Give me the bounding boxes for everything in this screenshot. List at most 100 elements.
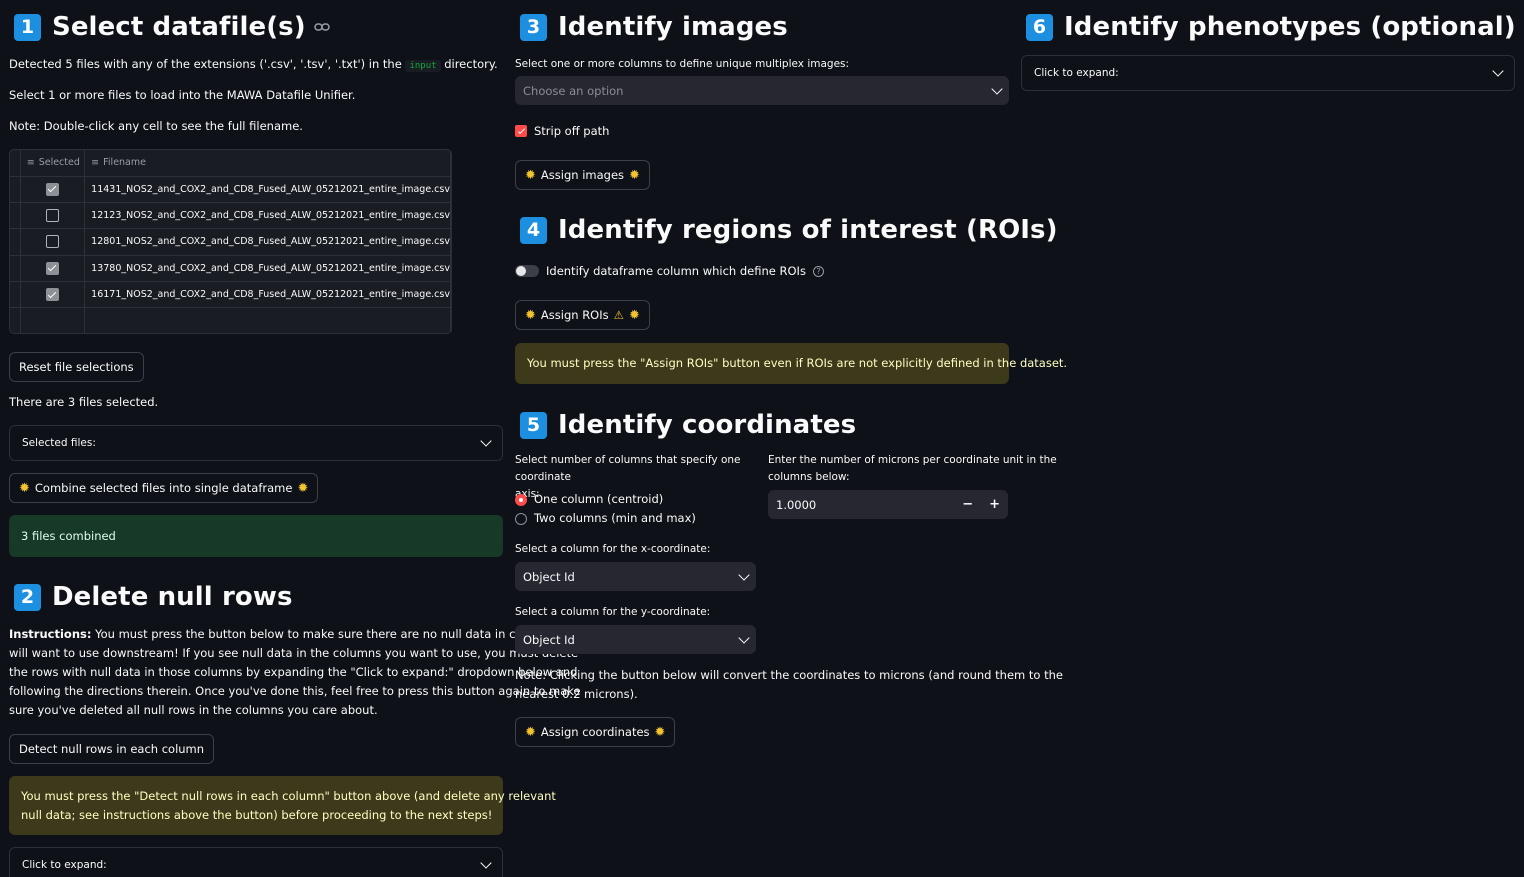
images-select-label: Select one or more columns to define uni… [515,58,850,70]
microns-number-input[interactable]: 1.0000 − + [768,490,1008,519]
decrement-button[interactable]: − [962,497,973,512]
row-checkbox[interactable] [45,261,59,275]
strip-path-checkbox-row[interactable]: Strip off path [515,124,609,138]
row-index [10,228,21,256]
instructions-bold: Instructions: [9,627,92,641]
table-row[interactable]: 16171_NOS2_and_COX2_and_CD8_Fused_ALW_05… [10,281,451,309]
filename-cell[interactable]: 12801_NOS2_and_COX2_and_CD8_Fused_ALW_05… [84,228,451,256]
section6-title: Identify phenotypes (optional) [1064,12,1516,42]
assign-rois-label: Assign ROIs [540,308,609,322]
combine-files-button[interactable]: ✹ Combine selected files into single dat… [9,473,319,503]
assign-rois-button[interactable]: ✹ Assign ROIs ⚠ ✹ [515,300,650,330]
sun-icon: ✹ [297,480,309,496]
coordinates-note: Note: Clicking the button below will con… [515,668,1063,701]
x-coord-value: Object Id [523,569,575,584]
selected-cell[interactable] [20,228,86,256]
section1-badge: 1 [14,13,41,41]
table-header-row: ≡ Selected ≡ Filename [10,150,451,177]
images-multiselect[interactable]: Choose an option [515,76,1009,105]
assign-coordinates-label: Assign coordinates [540,725,650,739]
section6-header: 6 Identify phenotypes (optional) [1026,12,1516,42]
row-index-header [10,150,21,177]
sun-icon: ✹ [525,167,536,183]
filename-cell[interactable]: 13780_NOS2_and_COX2_and_CD8_Fused_ALW_05… [84,255,451,283]
y-coord-select[interactable]: Object Id [515,625,756,654]
col-header-filename[interactable]: ≡ Filename [84,150,451,177]
selected-cell[interactable] [20,281,86,309]
selected-cell[interactable] [20,255,86,283]
roi-warning: You must press the "Assign ROIs" button … [515,343,1067,384]
null-rows-warning: You must press the "Detect null rows in … [9,776,556,835]
multiselect-placeholder: Choose an option [523,83,624,98]
sun-icon: ✹ [525,307,536,323]
row-index [10,255,21,283]
expander-label: Selected files: [22,437,96,449]
filename-cell[interactable]: 12123_NOS2_and_COX2_and_CD8_Fused_ALW_05… [84,202,451,230]
section4-header: 4 Identify regions of interest (ROIs) [520,215,1058,245]
increment-button[interactable]: + [989,497,1000,512]
help-icon[interactable]: ? [812,265,824,277]
assign-coordinates-button[interactable]: ✹ Assign coordinates ✹ [515,717,676,747]
input-dir-code: input [405,60,441,72]
assign-images-button[interactable]: ✹ Assign images ✹ [515,160,650,190]
files-selected-count: There are 3 files selected. [9,395,159,409]
section2-header: 2 Delete null rows [14,582,293,612]
strip-path-label: Strip off path [534,124,610,138]
chevron-down-icon [738,568,750,581]
assign-images-label: Assign images [540,168,625,182]
sun-icon: ✹ [628,307,640,323]
section4-title: Identify regions of interest (ROIs) [558,215,1058,245]
radio-two-columns[interactable]: Two columns (min and max) [515,511,696,525]
row-checkbox[interactable] [45,182,59,196]
filename-cell[interactable]: 16171_NOS2_and_COX2_and_CD8_Fused_ALW_05… [84,281,451,309]
detect-null-rows-button[interactable]: Detect null rows in each column [9,734,215,764]
y-coord-value: Object Id [523,632,575,647]
file-table[interactable]: ≡ Selected ≡ Filename 11431_NOS2_and_COX2_… [9,149,452,334]
section5-header: 5 Identify coordinates [520,410,856,440]
radio-unselected-icon[interactable] [515,512,527,525]
section1-header: 1 Select datafile(s) [14,12,330,42]
radio-one-column[interactable]: One column (centroid) [515,492,663,506]
section1-title: Select datafile(s) [52,12,306,42]
detect-label: Detect null rows in each column [19,742,205,756]
row-index [10,176,21,203]
section2-title: Delete null rows [52,582,293,612]
table-row[interactable]: 12801_NOS2_and_COX2_and_CD8_Fused_ALW_05… [10,228,451,256]
reset-selections-button[interactable]: Reset file selections [9,352,144,382]
reset-label: Reset file selections [19,360,134,374]
row-index [10,202,21,230]
select-note: Select 1 or more files to load into the … [9,88,356,102]
roi-toggle[interactable] [515,265,539,277]
row-checkbox[interactable] [45,235,59,249]
section3-title: Identify images [558,12,788,42]
table-empty-row[interactable] [10,307,451,333]
row-checkbox[interactable] [45,209,59,223]
radio-selected-icon[interactable] [515,493,527,506]
x-coord-label: Select a column for the x-coordinate: [515,543,711,555]
null-rows-expander[interactable]: Click to expand: [9,847,503,877]
detected-text: Detected 5 files with any of the extensi… [9,55,498,76]
selected-files-expander[interactable]: Selected files: [9,425,503,461]
table-row[interactable]: 12123_NOS2_and_COX2_and_CD8_Fused_ALW_05… [10,202,451,230]
y-coord-label: Select a column for the y-coordinate: [515,606,711,618]
link-icon[interactable] [314,22,330,32]
success-text: 3 files combined [21,529,116,543]
microns-value[interactable]: 1.0000 [776,498,816,512]
row-checkbox[interactable] [45,288,59,302]
phenotypes-expander[interactable]: Click to expand: [1021,55,1515,91]
table-row[interactable]: 13780_NOS2_and_COX2_and_CD8_Fused_ALW_05… [10,255,451,283]
x-coord-select[interactable]: Object Id [515,562,756,591]
roi-toggle-row[interactable]: Identify dataframe column which define R… [515,264,824,278]
microns-label: Enter the number of microns per coordina… [768,454,1057,483]
strip-path-checkbox[interactable] [515,125,527,137]
filename-cell[interactable]: 11431_NOS2_and_COX2_and_CD8_Fused_ALW_05… [84,176,451,203]
instructions-text: Instructions: You must press the button … [9,627,583,717]
selected-cell[interactable] [20,202,86,230]
table-row[interactable]: 11431_NOS2_and_COX2_and_CD8_Fused_ALW_05… [10,176,451,203]
expander-label: Click to expand: [22,859,107,871]
col-header-selected[interactable]: ≡ Selected [20,150,86,177]
expander-label: Click to expand: [1034,67,1119,79]
sun-icon: ✹ [629,167,640,183]
section2-badge: 2 [14,583,41,611]
selected-cell[interactable] [20,176,86,203]
